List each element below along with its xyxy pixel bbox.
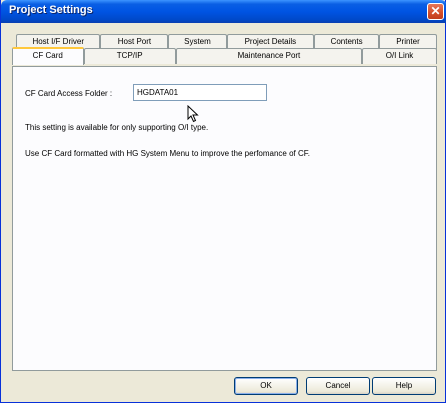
tab-tcp-ip[interactable]: TCP/IP — [83, 48, 176, 64]
support-note: This setting is available for only suppo… — [25, 123, 209, 132]
tab-row-front: CF Card TCP/IP Maintenance Port O/I Link — [12, 47, 437, 65]
cf-card-folder-input[interactable]: HGDATA01 — [133, 84, 267, 101]
cf-card-panel: CF Card Access Folder : HGDATA01 This se… — [12, 66, 437, 371]
project-settings-dialog: Project Settings ✕ Host I/F Driver Host … — [0, 0, 446, 403]
tab-cf-card[interactable]: CF Card — [12, 47, 84, 65]
format-note: Use CF Card formatted with HG System Men… — [25, 149, 310, 158]
help-button[interactable]: Help — [372, 377, 436, 395]
mouse-pointer-icon — [187, 105, 199, 123]
cancel-button[interactable]: Cancel — [306, 377, 370, 395]
close-icon[interactable]: ✕ — [427, 3, 444, 20]
ok-button[interactable]: OK — [234, 377, 298, 395]
cf-card-folder-label: CF Card Access Folder : — [25, 89, 113, 98]
tab-maintenance-port[interactable]: Maintenance Port — [175, 48, 363, 64]
tab-strip: Host I/F Driver Host Port System Project… — [12, 32, 438, 66]
tab-oi-link[interactable]: O/I Link — [362, 48, 437, 64]
window-title: Project Settings — [9, 4, 93, 16]
title-bar[interactable]: Project Settings ✕ — [1, 0, 446, 23]
